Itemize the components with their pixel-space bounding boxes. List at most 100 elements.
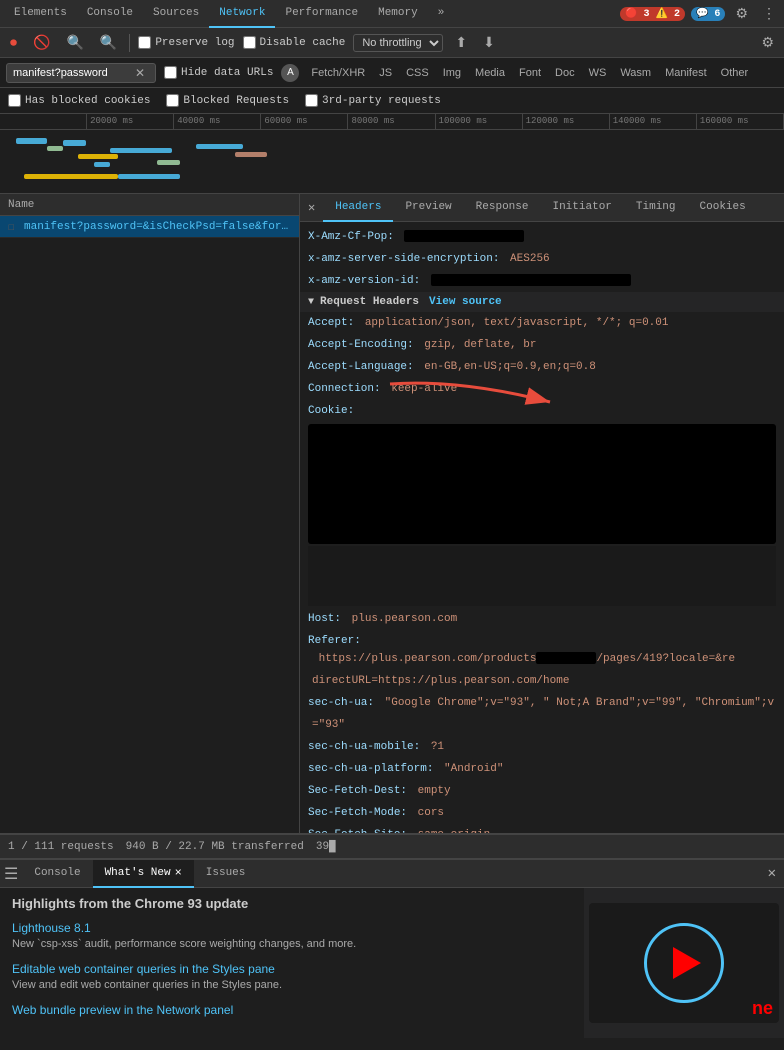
news-link-0[interactable]: Lighthouse 8.1	[12, 921, 91, 935]
third-party-checkbox[interactable]	[305, 94, 318, 107]
import-button[interactable]: ⬆	[451, 32, 471, 53]
news-link-1[interactable]: Editable web container queries in the St…	[12, 962, 275, 976]
requests-count: 1 / 111 requests	[8, 841, 114, 853]
redacted-version	[431, 274, 631, 286]
tick-7: 140000 ms	[610, 114, 697, 129]
row-checkbox: ☐	[8, 220, 24, 234]
error-badge: 🔴 3 ⚠️ 2	[620, 7, 685, 21]
req-header-cookie: Cookie:	[300, 400, 784, 422]
has-blocked-cookies-checkbox[interactable]	[8, 94, 21, 107]
yt-play-icon	[673, 947, 701, 979]
filter-css[interactable]: CSS	[402, 66, 433, 80]
tab-more[interactable]: »	[428, 0, 455, 28]
blocked-requests-label[interactable]: Blocked Requests	[166, 94, 289, 107]
settings-button[interactable]: ⚙	[731, 3, 752, 24]
response-header-cfpop: X-Amz-Cf-Pop:	[300, 226, 784, 248]
filter-img[interactable]: Img	[439, 66, 465, 80]
list-header: Name	[0, 194, 299, 216]
disable-cache-label[interactable]: Disable cache	[243, 36, 346, 49]
panel-close-button[interactable]: ✕	[300, 196, 323, 219]
tick-4: 80000 ms	[348, 114, 435, 129]
filter-other[interactable]: Other	[717, 66, 753, 80]
export-button[interactable]: ⬇	[479, 32, 499, 53]
tab-memory[interactable]: Memory	[368, 0, 428, 28]
drawer-tab-issues[interactable]: Issues	[194, 860, 258, 888]
disable-cache-checkbox[interactable]	[243, 36, 256, 49]
tab-elements[interactable]: Elements	[4, 0, 77, 28]
view-source-link[interactable]: View source	[429, 296, 502, 308]
filter-button[interactable]: 🔍	[62, 32, 87, 53]
drawer-title: Highlights from the Chrome 93 update	[12, 896, 572, 911]
filter-ws[interactable]: WS	[585, 66, 611, 80]
news-desc-0: New `csp-xss` audit, performance score w…	[12, 938, 572, 950]
settings2-button[interactable]: ⚙	[757, 32, 778, 53]
tab-network[interactable]: Network	[209, 0, 275, 28]
news-item-0: Lighthouse 8.1 New `csp-xss` audit, perf…	[12, 921, 572, 950]
section-arrow: ▼	[308, 297, 314, 308]
has-blocked-cookies-label[interactable]: Has blocked cookies	[8, 94, 150, 107]
search-input-wrap: ✕	[6, 63, 156, 83]
tab-cookies[interactable]: Cookies	[688, 194, 758, 222]
tab-preview[interactable]: Preview	[393, 194, 463, 222]
preserve-log-checkbox[interactable]	[138, 36, 151, 49]
tick-3: 60000 ms	[261, 114, 348, 129]
timeline: 20000 ms 40000 ms 60000 ms 80000 ms 1000…	[0, 114, 784, 194]
headers-with-arrow: Accept: application/json, text/javascrip…	[300, 312, 784, 422]
tab-response[interactable]: Response	[464, 194, 541, 222]
hide-data-urls-label[interactable]: Hide data URLs	[164, 66, 273, 79]
response-header-version: x-amz-version-id:	[300, 270, 784, 292]
news-item-1: Editable web container queries in the St…	[12, 962, 572, 991]
news-item-2: Web bundle preview in the Network panel	[12, 1003, 572, 1018]
filter-manifest[interactable]: Manifest	[661, 66, 711, 80]
tab-timing[interactable]: Timing	[624, 194, 688, 222]
drawer-close-button[interactable]: ✕	[760, 861, 784, 886]
tab-console[interactable]: Console	[77, 0, 143, 28]
tab-initiator[interactable]: Initiator	[540, 194, 623, 222]
hide-data-urls-checkbox[interactable]	[164, 66, 177, 79]
clear-search-button[interactable]: ✕	[133, 66, 147, 80]
filter-js[interactable]: JS	[375, 66, 396, 80]
tab-sources[interactable]: Sources	[143, 0, 209, 28]
news-desc-1: View and edit web container queries in t…	[12, 979, 572, 991]
tab-headers[interactable]: Headers	[323, 194, 393, 222]
request-headers-section[interactable]: ▼ Request Headers View source	[300, 292, 784, 312]
throttle-select[interactable]: No throttling Fast 3G Slow 3G Offline	[353, 34, 443, 52]
filter-fetch-xhr[interactable]: Fetch/XHR	[307, 66, 369, 80]
filter-wasm[interactable]: Wasm	[616, 66, 655, 80]
req-header-fetch-mode: Sec-Fetch-Mode: cors	[300, 802, 784, 824]
timeline-ruler: 20000 ms 40000 ms 60000 ms 80000 ms 1000…	[0, 114, 784, 130]
tick-5: 100000 ms	[436, 114, 523, 129]
whatsnew-close[interactable]: ×	[175, 866, 182, 880]
row-name: manifest?password=&isCheckPsd=false&form…	[24, 221, 291, 233]
filter-font[interactable]: Font	[515, 66, 545, 80]
tab-performance[interactable]: Performance	[275, 0, 368, 28]
search-button[interactable]: 🔍	[96, 32, 121, 53]
panel-tabs: ✕ Headers Preview Response Initiator Tim…	[300, 194, 784, 222]
more-button[interactable]: ⋮	[758, 3, 780, 24]
timeline-bars	[0, 130, 784, 193]
yt-label: ne	[752, 998, 773, 1019]
search-input[interactable]	[13, 67, 133, 79]
right-panel: ✕ Headers Preview Response Initiator Tim…	[300, 194, 784, 833]
other-stat: 39█	[316, 841, 336, 853]
filter-doc[interactable]: Doc	[551, 66, 579, 80]
youtube-thumbnail: ne	[589, 903, 779, 1023]
drawer-tab-console[interactable]: Console	[22, 860, 92, 888]
blocked-requests-checkbox[interactable]	[166, 94, 179, 107]
req-header-connection: Connection: keep-alive	[300, 378, 784, 400]
list-item[interactable]: ☐ manifest?password=&isCheckPsd=false&fo…	[0, 216, 299, 238]
req-header-referer2: directURL=https://plus.pearson.com/home	[300, 670, 784, 692]
filter-avatar[interactable]: A	[281, 64, 299, 82]
checkbox-row: Has blocked cookies Blocked Requests 3rd…	[0, 88, 784, 114]
req-header-accept: Accept: application/json, text/javascrip…	[300, 312, 784, 334]
tab-bar: Elements Console Sources Network Perform…	[0, 0, 784, 28]
record-button[interactable]: ⏺	[6, 32, 21, 53]
transferred-size: 940 B / 22.7 MB transferred	[126, 841, 304, 853]
news-link-2[interactable]: Web bundle preview in the Network panel	[12, 1003, 233, 1017]
drawer-menu-button[interactable]: ☰	[0, 862, 22, 886]
third-party-label[interactable]: 3rd-party requests	[305, 94, 441, 107]
preserve-log-label[interactable]: Preserve log	[138, 36, 234, 49]
clear-button[interactable]: 🚫	[29, 32, 54, 53]
filter-media[interactable]: Media	[471, 66, 509, 80]
drawer-tab-whatsnew[interactable]: What's New ×	[93, 860, 194, 888]
